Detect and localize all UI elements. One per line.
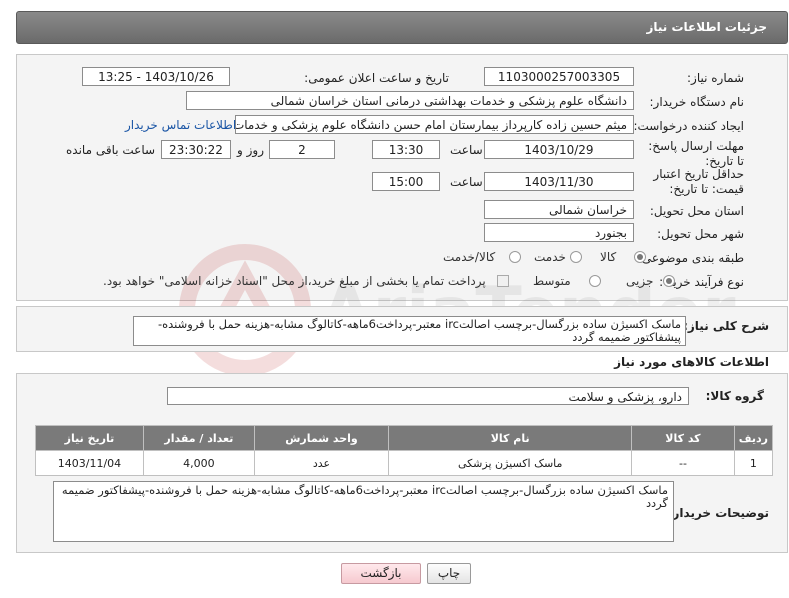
col-unit: واحد شمارش [253,425,390,451]
validity-time-field: 15:00 [372,172,440,191]
treasury-payment-checkbox[interactable] [497,275,509,287]
summary-textarea[interactable]: ماسک اکسیژن ساده بزرگسال-برچسب اصالتirc … [133,316,686,346]
buyer-org-label: نام دستگاه خریدار: [649,95,745,109]
cell-item-code: -- [631,450,735,476]
table-header-row: ردیف کد کالا نام کالا واحد شمارش تعداد /… [35,425,774,451]
process-radio-minor[interactable] [663,275,675,287]
deadline-time-field: 13:30 [372,140,440,159]
remaining-label: ساعت باقی مانده [66,143,156,157]
days-field: 2 [269,140,335,159]
buyer-notes-label: توضیحات خریدار: [667,506,769,520]
validity-date-field: 1403/11/30 [484,172,634,191]
page-title: جزئیات اطلاعات نیاز [646,20,767,34]
back-button[interactable]: بازگشت [341,563,421,584]
need-number-field: 1103000257003305 [484,67,634,86]
treasury-payment-note: پرداخت تمام یا بخشی از مبلغ خرید،از محل … [103,274,486,288]
creator-label: ایجاد کننده درخواست: [633,119,744,133]
page-header: جزئیات اطلاعات نیاز [16,11,788,44]
process-option-minor: جزیی [626,274,654,288]
col-item-code: کد کالا [631,425,735,451]
creator-field: میثم حسین زاده کارپرداز بیمارستان امام ح… [235,115,634,134]
category-option-goods: کالا [600,250,617,264]
cell-row-number: 1 [733,450,774,476]
process-option-medium: متوسط [533,274,571,288]
goods-group-label: گروه کالا: [705,389,764,403]
cell-item-name: ماسک اکسیژن پزشکی [388,450,633,476]
table-row: 1 -- ماسک اکسیژن پزشکی عدد 4,000 1403/11… [35,450,774,476]
category-label: طبقه بندی موضوعی: [637,251,744,265]
buyer-contact-link[interactable]: اطلاعات تماس خریدار [125,118,236,132]
deadline-date-field: 1403/10/29 [484,140,634,159]
cell-unit: عدد [253,450,390,476]
announce-label: تاریخ و ساعت اعلان عمومی: [304,71,449,85]
category-radio-goods-service[interactable] [509,251,521,263]
deadline-time-label: ساعت [450,143,483,157]
validity-label: حداقل تاریخ اعتبار قیمت: تا تاریخ: [653,167,744,196]
goods-group-field: دارو، پزشکی و سلامت [167,387,689,405]
category-option-goods-service: کالا/خدمت [443,250,496,264]
col-row-number: ردیف [733,425,774,451]
summary-label: شرح کلی نیاز: [683,319,769,333]
remaining-time-field: 23:30:22 [161,140,231,159]
print-button[interactable]: چاپ [427,563,471,584]
validity-time-label: ساعت [450,175,483,189]
province-field: خراسان شمالی [484,200,634,219]
announce-field: 1403/10/26 - 13:25 [82,67,230,86]
deadline-label: مهلت ارسال پاسخ: تا تاریخ: [648,139,744,168]
col-quantity: تعداد / مقدار [142,425,255,451]
col-item-name: نام کالا [388,425,633,451]
goods-section-title: اطلاعات کالاهای مورد نیاز [614,355,769,369]
category-option-service: خدمت [534,250,566,264]
city-label: شهر محل تحویل: [657,227,744,241]
province-label: استان محل تحویل: [649,204,744,218]
cell-quantity: 4,000 [142,450,255,476]
buyer-org-field: دانشگاه علوم پزشکی و خدمات بهداشتی درمان… [186,91,634,110]
cell-need-date: 1403/11/04 [35,450,144,476]
city-field: بجنورد [484,223,634,242]
col-need-date: تاریخ نیاز [35,425,144,451]
process-radio-medium[interactable] [589,275,601,287]
category-radio-service[interactable] [570,251,582,263]
days-label: روز و [237,143,264,157]
category-radio-goods[interactable] [634,251,646,263]
goods-table: ردیف کد کالا نام کالا واحد شمارش تعداد /… [35,425,774,476]
need-number-label: شماره نیاز: [687,71,744,85]
buyer-notes-textarea[interactable]: ماسک اکسیژن ساده بزرگسال-برچسب اصالتirc … [53,481,674,542]
